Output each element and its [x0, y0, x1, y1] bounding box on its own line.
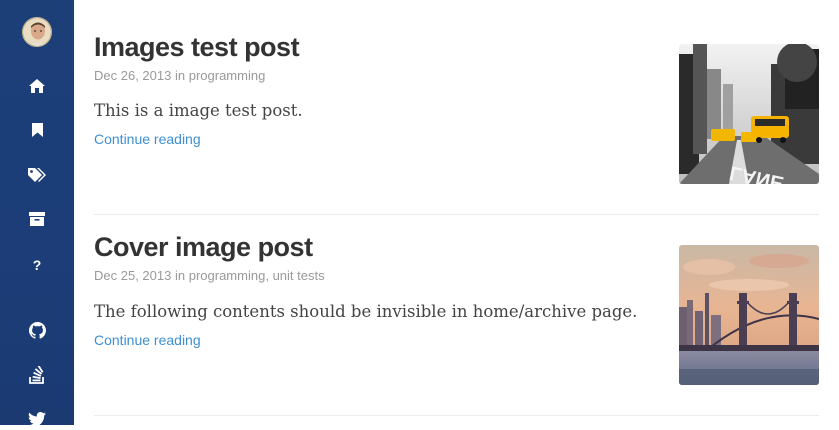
category-separator: , [265, 268, 269, 283]
home-icon[interactable] [26, 75, 48, 97]
post-excerpt: The following contents should be invisib… [94, 302, 638, 321]
post-title[interactable]: Images test post [94, 32, 300, 63]
category-link[interactable]: unit tests [273, 268, 325, 283]
city-street-taxis-thumbnail[interactable]: LANE [679, 44, 819, 184]
sidebar: ? [0, 0, 74, 427]
post-excerpt: This is a image test post. [94, 101, 303, 120]
post-date: Dec 25, 2013 [94, 268, 172, 283]
post-date: Dec 26, 2013 [94, 68, 172, 83]
post-divider [94, 415, 819, 416]
twitter-icon[interactable] [26, 408, 48, 430]
category-link[interactable]: programming [189, 268, 266, 283]
question-glyph: ? [32, 257, 42, 273]
post-meta: Dec 25, 2013 in programming, unit tests [94, 268, 325, 283]
post-meta-in: in [174, 268, 186, 283]
stackoverflow-icon[interactable] [26, 364, 48, 386]
post-meta: Dec 26, 2013 in programming [94, 68, 265, 83]
archive-icon[interactable] [26, 208, 48, 230]
bridge-skyline-thumbnail[interactable] [679, 245, 819, 385]
github-icon[interactable] [26, 319, 48, 341]
avatar[interactable] [22, 17, 52, 47]
continue-reading-link[interactable]: Continue reading [94, 332, 201, 348]
question-icon[interactable]: ? [26, 254, 48, 276]
bookmark-icon[interactable] [26, 119, 48, 141]
post-title[interactable]: Cover image post [94, 232, 313, 263]
continue-reading-link[interactable]: Continue reading [94, 131, 201, 147]
post-divider [94, 214, 819, 215]
tags-icon[interactable] [26, 164, 48, 186]
post-meta-in: in [174, 68, 186, 83]
category-link[interactable]: programming [189, 68, 266, 83]
